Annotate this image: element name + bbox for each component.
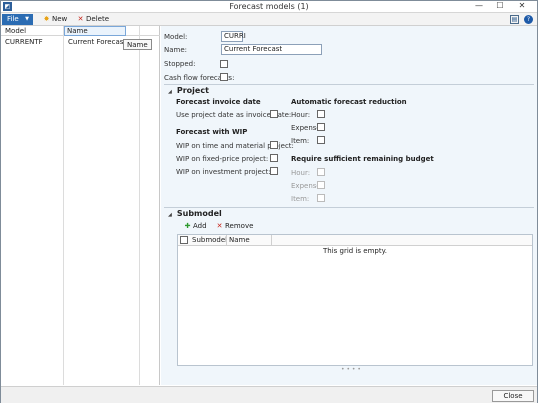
name-label: Name: [164, 46, 188, 54]
section-separator [164, 207, 534, 208]
file-label: File [7, 15, 19, 23]
close-button[interactable]: Close [492, 390, 534, 402]
action-pane: File ▼ ✸ New ✕ Delete ▤ ? [1, 13, 537, 26]
budget-item-checkbox [317, 194, 325, 202]
delete-button[interactable]: ✕ Delete [76, 14, 109, 25]
new-button[interactable]: ✸ New [42, 14, 68, 25]
section-separator [164, 84, 534, 85]
submodel-section-header[interactable]: ◢ Submodel [168, 209, 222, 218]
hour-label: Hour: [291, 111, 311, 119]
project-section-title: Project [176, 86, 209, 95]
auto-reduction-heading: Automatic forecast reduction [291, 98, 407, 106]
submodel-grid-header: Submodel Name [178, 235, 532, 246]
file-menu-button[interactable]: File ▼ [2, 14, 33, 25]
wip-fixed-label: WIP on fixed-price project: [176, 155, 269, 163]
wip-investment-label: WIP on investment project: [176, 168, 271, 176]
column-header-name[interactable]: Name [64, 26, 88, 36]
new-label: New [52, 15, 68, 23]
budget-item-label: Item: [291, 195, 310, 203]
delete-x-icon: ✕ [77, 15, 84, 23]
cell-model: CURRENTF [5, 38, 43, 46]
name-field[interactable]: Current Forecast [221, 44, 322, 55]
cashflow-checkbox[interactable] [220, 73, 228, 81]
column-divider [271, 235, 272, 246]
wip-heading: Forecast with WIP [176, 128, 248, 136]
title-bar: ◩ Forecast models (1) — ☐ ✕ [1, 1, 537, 13]
budget-hour-checkbox [317, 168, 325, 176]
select-all-checkbox[interactable] [180, 236, 188, 244]
remove-x-icon: ✕ [216, 222, 223, 230]
model-label: Model: [164, 33, 188, 41]
expense-checkbox[interactable] [317, 123, 325, 131]
add-label: Add [193, 222, 207, 230]
new-star-icon: ✸ [43, 15, 50, 23]
budget-hour-label: Hour: [291, 169, 311, 177]
budget-heading: Require sufficient remaining budget [291, 155, 434, 163]
add-submodel-button[interactable]: ✚ Add [183, 221, 207, 232]
column-header-name[interactable]: Name [226, 235, 250, 246]
column-tooltip: Name [123, 39, 152, 50]
column-divider [63, 26, 64, 385]
wip-fixed-checkbox[interactable] [270, 154, 278, 162]
resize-grip-icon[interactable]: • • • • [341, 366, 361, 373]
item-checkbox[interactable] [317, 136, 325, 144]
window-title: Forecast models (1) [229, 2, 309, 11]
collapse-triangle-icon: ◢ [168, 212, 172, 218]
column-header-model[interactable]: Model [2, 26, 26, 36]
maximize-button[interactable]: ☐ [490, 1, 510, 12]
remove-submodel-button[interactable]: ✕ Remove [215, 221, 254, 232]
stopped-checkbox[interactable] [220, 60, 228, 68]
empty-grid-message: This grid is empty. [323, 247, 387, 255]
column-divider [139, 26, 140, 385]
minimize-button[interactable]: — [469, 1, 489, 12]
column-header-submodel[interactable]: Submodel [189, 235, 227, 246]
wip-investment-checkbox[interactable] [270, 167, 278, 175]
collapse-triangle-icon: ◢ [168, 89, 172, 95]
grid-header: Model Name [1, 26, 160, 36]
item-label: Item: [291, 137, 310, 145]
cell-name: Current Forecast [68, 38, 127, 46]
model-field[interactable]: CURRI [221, 31, 246, 42]
remove-label: Remove [225, 222, 254, 230]
submodel-grid: Submodel Name This grid is empty. [177, 234, 533, 366]
stopped-label: Stopped: [164, 60, 196, 68]
help-icon[interactable]: ? [524, 15, 533, 24]
close-window-button[interactable]: ✕ [512, 1, 532, 12]
chevron-down-icon: ▼ [25, 16, 29, 22]
add-plus-icon: ✚ [184, 222, 191, 230]
models-grid: Model Name CURRENTF Current Forecast Nam… [1, 26, 160, 385]
delete-label: Delete [86, 15, 109, 23]
use-project-date-checkbox[interactable] [270, 110, 278, 118]
hour-checkbox[interactable] [317, 110, 325, 118]
wip-tm-checkbox[interactable] [270, 141, 278, 149]
project-section-header[interactable]: ◢ Project [168, 86, 209, 95]
footer-bar: Close [1, 386, 537, 403]
submodel-section-title: Submodel [176, 209, 222, 218]
forecast-models-window: ◩ Forecast models (1) — ☐ ✕ File ▼ ✸ New … [0, 0, 538, 403]
view-toggle-icon[interactable]: ▤ [510, 15, 519, 24]
budget-expense-checkbox [317, 181, 325, 189]
invoice-date-heading: Forecast invoice date [176, 98, 261, 106]
